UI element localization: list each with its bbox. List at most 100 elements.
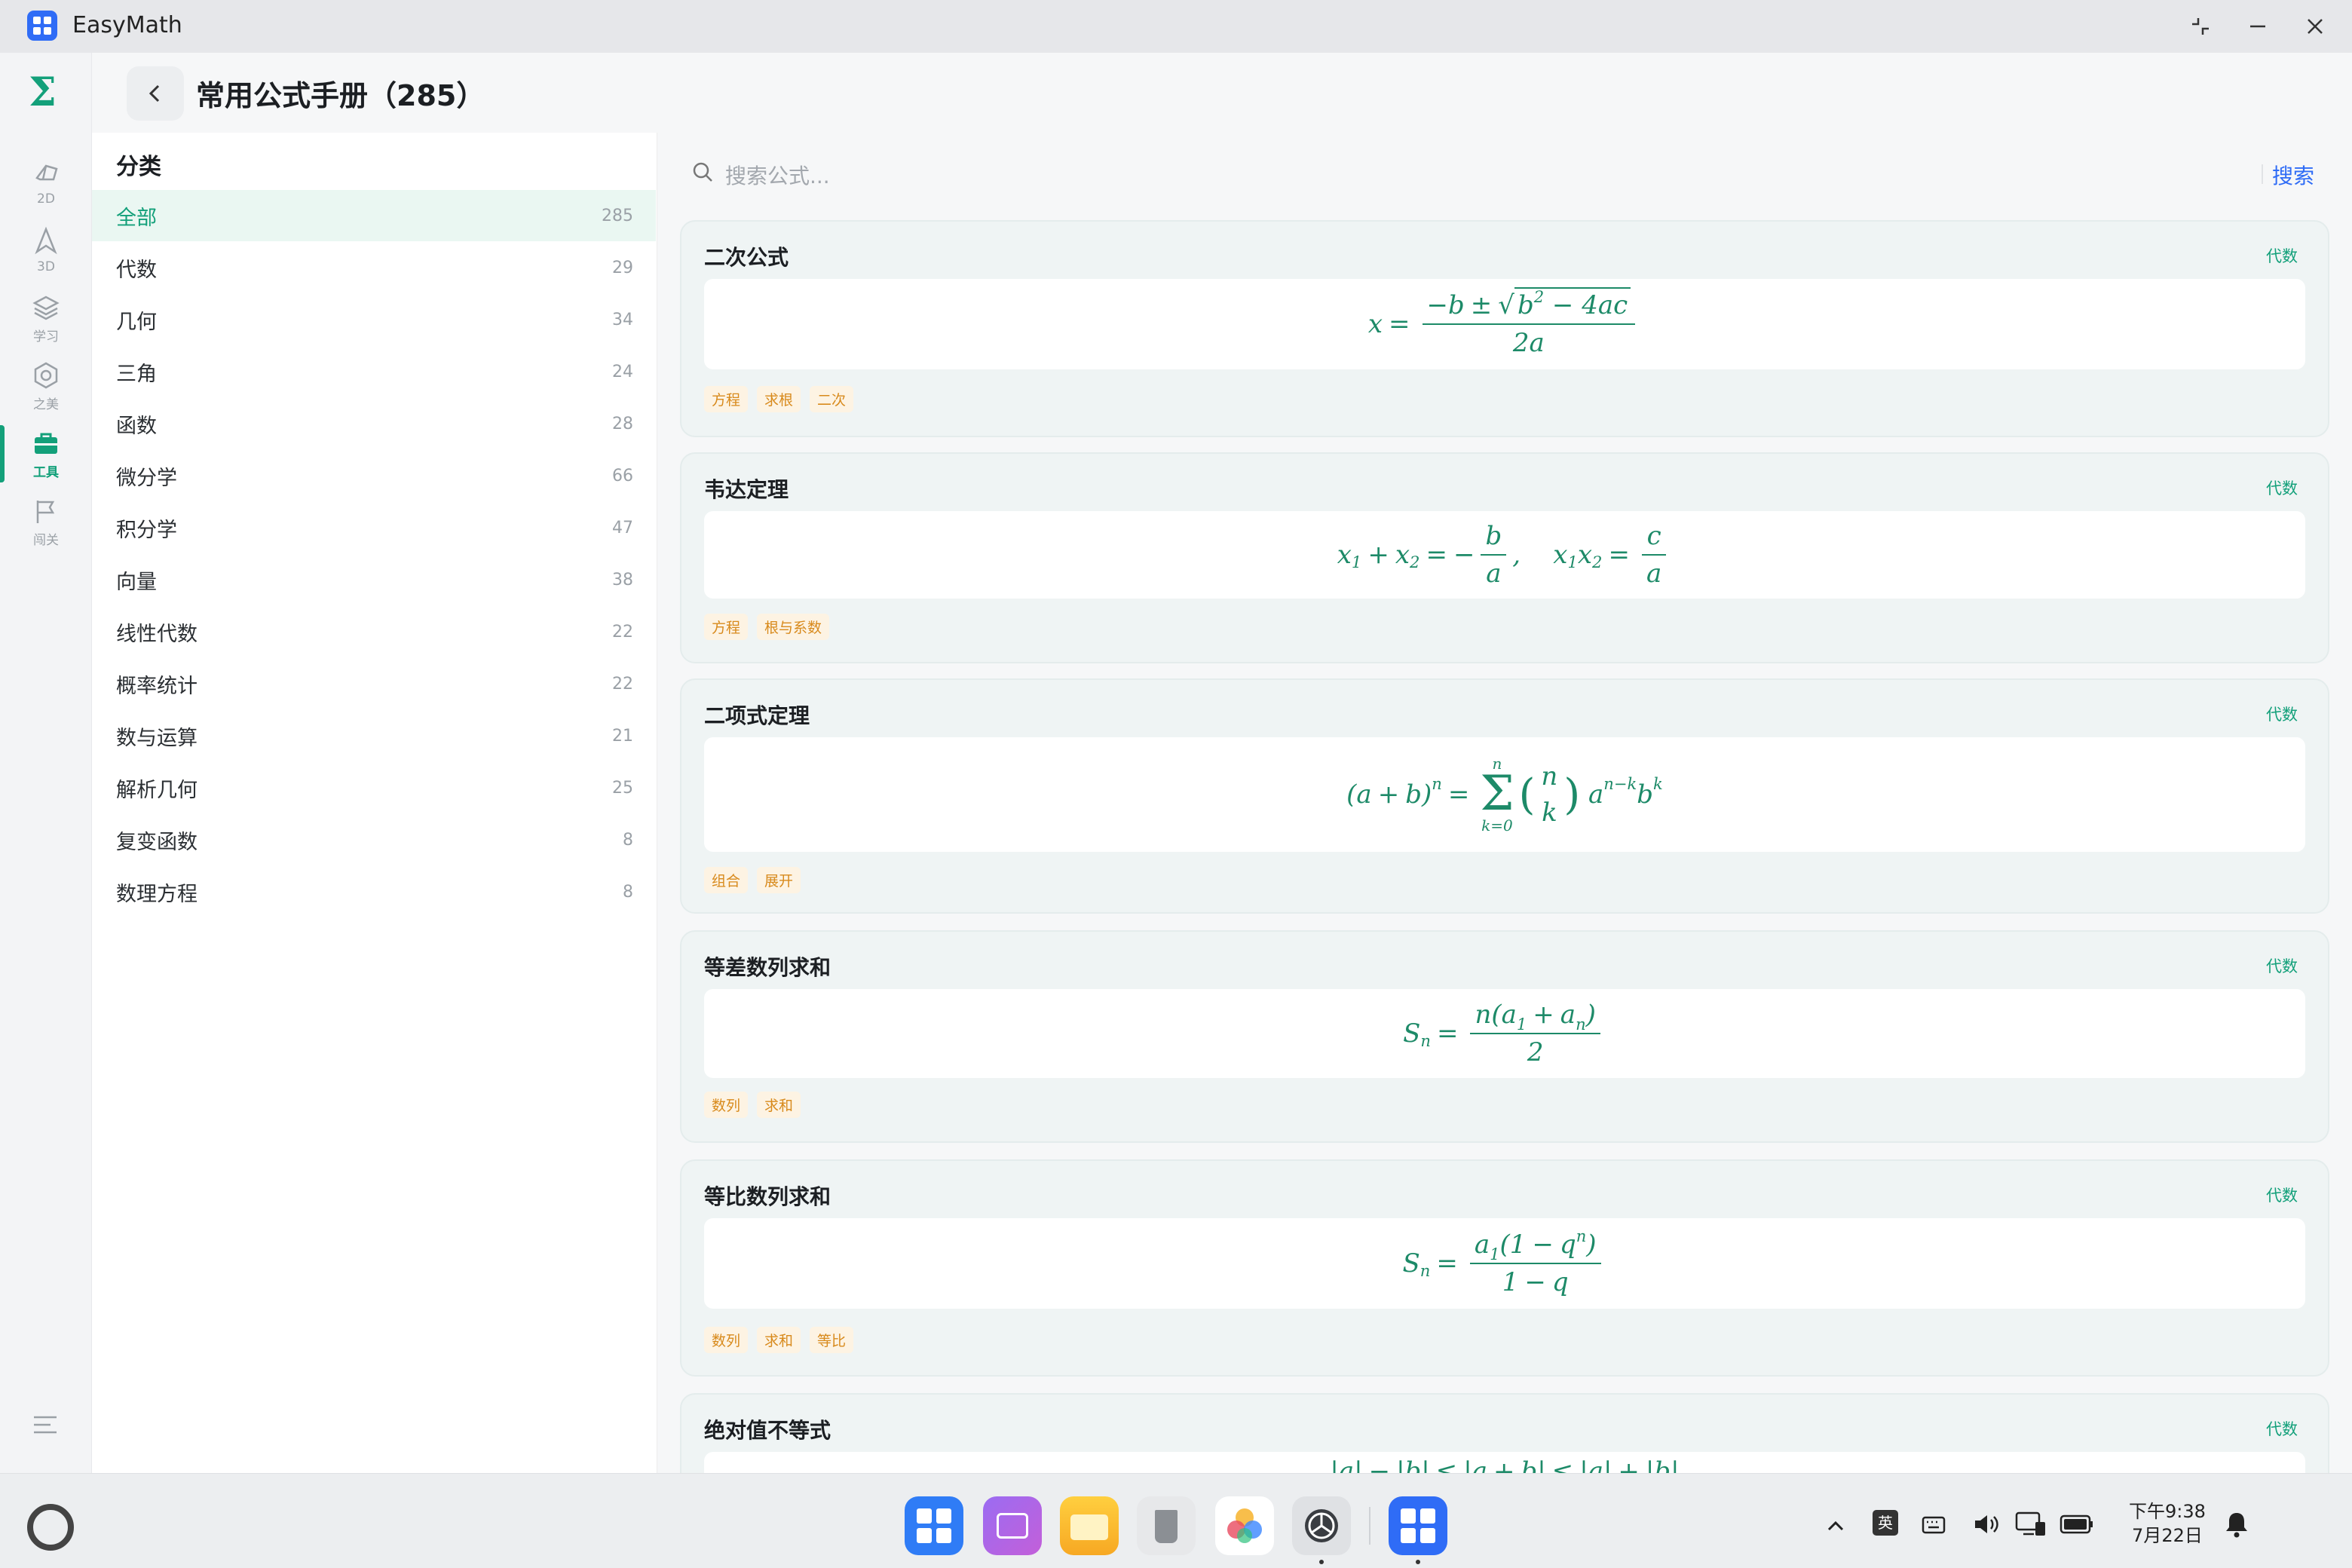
formula-card[interactable]: 二次公式 代数 x = −b ± √ b2 − 4ac 2a 方程 求根 二次 [680, 220, 2329, 437]
category-count: 21 [612, 726, 633, 746]
category-item[interactable]: 微分学 66 [92, 450, 656, 501]
settings-icon[interactable] [1292, 1496, 1351, 1555]
tag[interactable]: 二次 [810, 386, 854, 412]
category-item[interactable]: 向量 38 [92, 554, 656, 605]
tag[interactable]: 求根 [757, 386, 801, 412]
formula-list: 搜索公式... 搜索 二次公式 代数 x = −b ± √ b2 − 4ac 2a 方程 求… [671, 133, 2338, 1473]
clock-date: 7月22日 [2132, 1525, 2203, 1546]
volume-icon[interactable] [1972, 1511, 2001, 1537]
formula-display: Sn = n(a1 + an) 2 [704, 989, 2305, 1078]
folder-icon[interactable] [1060, 1496, 1119, 1555]
formula-card[interactable]: 绝对值不等式 代数 |a| − |b| ≤ |a + b| ≤ |a| + |b| [680, 1393, 2329, 1473]
category-name: 线性代数 [116, 622, 198, 646]
category-item[interactable]: 函数 28 [92, 398, 656, 449]
tag[interactable]: 方程 [704, 386, 749, 412]
navigation-icon [35, 226, 57, 255]
chevron-up-icon[interactable] [1824, 1514, 1847, 1537]
category-item[interactable]: 数与运算 21 [92, 710, 656, 761]
category-name: 解析几何 [116, 778, 198, 802]
keyboard-icon[interactable] [1921, 1511, 1946, 1537]
battery-icon[interactable] [2060, 1513, 2094, 1536]
notification-bell-icon[interactable] [2224, 1510, 2249, 1539]
tag-list: 组合 展开 [704, 867, 801, 893]
nav-item-study[interactable]: 学习 [0, 286, 92, 350]
app-logo-icon [27, 11, 57, 41]
formula-card[interactable]: 二项式定理 代数 (a + b) n = n Σk=0(n k) a n−k b k 组合 展开 [680, 678, 2329, 914]
formula-display: |a| − |b| ≤ |a + b| ≤ |a| + |b| [704, 1452, 2305, 1473]
category-name: 三角 [116, 362, 157, 386]
category-item[interactable]: 概率统计 22 [92, 658, 656, 709]
tag[interactable]: 方程 [704, 614, 749, 640]
menu-collapse-icon[interactable] [30, 1410, 60, 1440]
formula-category: 代数 [2266, 1187, 2298, 1205]
formula-title: 二次公式 [704, 245, 789, 270]
category-heading: 分类 [116, 154, 161, 180]
formula-title: 韦达定理 [704, 477, 789, 502]
ime-indicator[interactable]: 英 [1873, 1510, 1898, 1536]
running-indicator [1416, 1560, 1420, 1564]
tag[interactable]: 数列 [704, 1327, 749, 1353]
formula-display: x = −b ± √ b2 − 4ac 2a [704, 279, 2305, 369]
app-launcher-icon[interactable] [905, 1496, 963, 1555]
close-icon[interactable] [2296, 8, 2334, 45]
category-item[interactable]: 数理方程 8 [92, 866, 656, 917]
category-name: 几何 [116, 310, 157, 334]
category-item[interactable]: 代数 29 [92, 242, 656, 293]
category-item[interactable]: 线性代数 22 [92, 606, 656, 657]
tag[interactable]: 等比 [810, 1327, 854, 1353]
tag[interactable]: 求和 [757, 1327, 801, 1353]
formula-category: 代数 [2266, 1420, 2298, 1438]
nav-item-tools[interactable]: 工具 [0, 422, 92, 485]
tag[interactable]: 根与系数 [757, 614, 830, 640]
start-button[interactable] [27, 1504, 74, 1551]
category-item[interactable]: 解析几何 25 [92, 762, 656, 813]
chevron-left-icon [149, 84, 160, 103]
category-name: 向量 [116, 570, 157, 594]
search-input[interactable]: 搜索公式... [725, 160, 830, 190]
formula-card[interactable]: 韦达定理 代数 x 1 + x 2 = − b a, x 1 x 2 = c a 方程 根与系数 [680, 452, 2329, 663]
back-button[interactable] [127, 66, 184, 121]
restore-icon[interactable] [2182, 8, 2219, 45]
search-button[interactable]: 搜索 [2272, 160, 2314, 190]
category-name: 函数 [116, 414, 157, 438]
formula-card[interactable]: 等比数列求和 代数 Sn = a1(1− qn) 1− q 数列 求和 等比 [680, 1159, 2329, 1377]
category-count: 22 [612, 622, 633, 642]
tag[interactable]: 求和 [757, 1092, 801, 1118]
photos-icon[interactable] [1215, 1496, 1274, 1555]
formula-title: 等差数列求和 [704, 955, 831, 980]
side-nav: Σ 2D 3D 学习 之美 工具 闯关 [0, 53, 92, 1473]
category-count: 28 [612, 414, 633, 433]
category-name: 微分学 [116, 466, 177, 490]
category-item[interactable]: 全部 285 [92, 190, 656, 241]
category-count: 25 [612, 778, 633, 798]
tag[interactable]: 展开 [757, 867, 801, 893]
category-item[interactable]: 三角 24 [92, 346, 656, 397]
nav-label: 3D [37, 259, 55, 274]
nav-label: 学习 [33, 329, 59, 345]
category-count: 29 [612, 258, 633, 277]
hexagon-icon [34, 362, 58, 388]
tag[interactable]: 组合 [704, 867, 749, 893]
multitask-icon[interactable] [983, 1496, 1042, 1555]
nav-item-3d[interactable]: 3D [0, 219, 92, 282]
clock[interactable]: 下午9:38 7月22日 [2129, 1499, 2206, 1548]
formula-display: (a + b) n = n Σk=0(n k) a n−k b k [704, 737, 2305, 852]
category-item[interactable]: 几何 34 [92, 294, 656, 345]
category-name: 数与运算 [116, 726, 198, 750]
nav-label: 2D [37, 191, 55, 207]
formula-category: 代数 [2266, 247, 2298, 265]
sigma-logo-icon: Σ [29, 69, 57, 115]
nav-item-2d[interactable]: 2D [0, 151, 92, 214]
trash-icon[interactable] [1137, 1496, 1196, 1555]
nav-item-challenge[interactable]: 闯关 [0, 490, 92, 553]
category-item[interactable]: 积分学 47 [92, 502, 656, 553]
tag[interactable]: 数列 [704, 1092, 749, 1118]
page-title: 常用公式手册（285） [196, 79, 485, 112]
minimize-icon[interactable] [2239, 8, 2277, 45]
layers-icon [32, 296, 60, 320]
formula-card[interactable]: 等差数列求和 代数 Sn = n(a1 + an) 2 数列 求和 [680, 930, 2329, 1143]
display-network-icon[interactable] [2014, 1510, 2047, 1539]
nav-item-beauty[interactable]: 之美 [0, 354, 92, 418]
easymath-app-icon[interactable] [1389, 1496, 1447, 1555]
category-item[interactable]: 复变函数 8 [92, 814, 656, 865]
